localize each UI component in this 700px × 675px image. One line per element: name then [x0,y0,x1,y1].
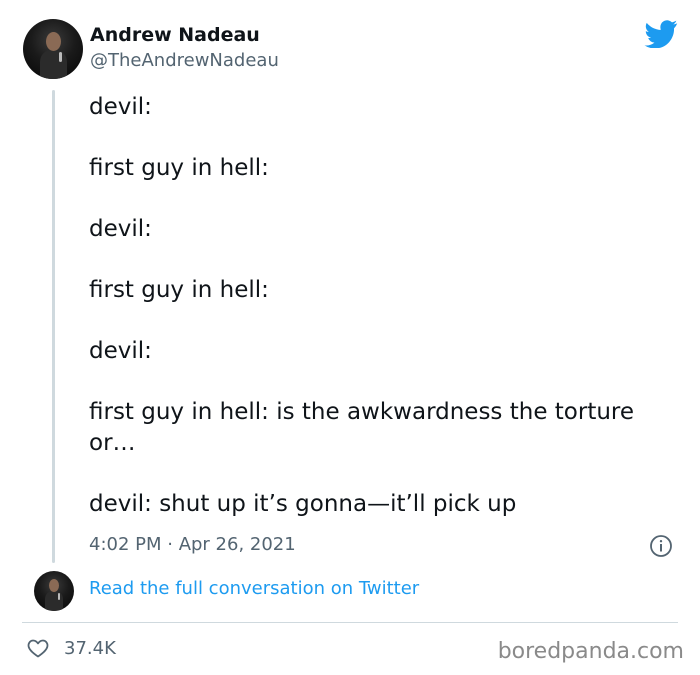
like-count: 37.4K [64,637,116,659]
divider [22,622,678,623]
info-icon[interactable] [649,534,673,558]
author-avatar[interactable] [23,19,83,79]
tweet-body: devil: first guy in hell: devil: first g… [89,92,679,550]
tweet-line: first guy in hell: [89,155,269,181]
tweet-line: devil: shut up it’s gonna—it’ll pick up [89,490,517,517]
heart-icon [27,639,49,658]
avatar-figure-body [40,50,67,79]
avatar-figure-head [49,579,59,592]
tweet-line: devil: [89,216,152,242]
avatar-microphone [59,52,62,62]
tweet-timestamp[interactable]: 4:02 PM · Apr 26, 2021 [89,534,296,555]
source-watermark: boredpanda.com [497,639,684,664]
avatar-figure-body [45,591,63,611]
tweet-line: devil: [89,338,152,364]
like-button[interactable]: 37.4K [26,636,116,660]
thread-connector-line [52,90,55,563]
avatar-figure-head [46,32,61,51]
tweet-line: first guy in hell: is the awkwardness th… [89,399,635,456]
twitter-bird-icon[interactable] [644,20,678,48]
tweet-line: first guy in hell: [89,277,269,303]
author-name[interactable]: Andrew Nadeau [90,24,260,46]
avatar-microphone [58,593,60,600]
author-handle[interactable]: @TheAndrewNadeau [90,50,279,71]
tweet-line: devil: [89,94,152,120]
conversation-avatar[interactable] [34,571,74,611]
read-full-conversation-link[interactable]: Read the full conversation on Twitter [89,578,419,599]
